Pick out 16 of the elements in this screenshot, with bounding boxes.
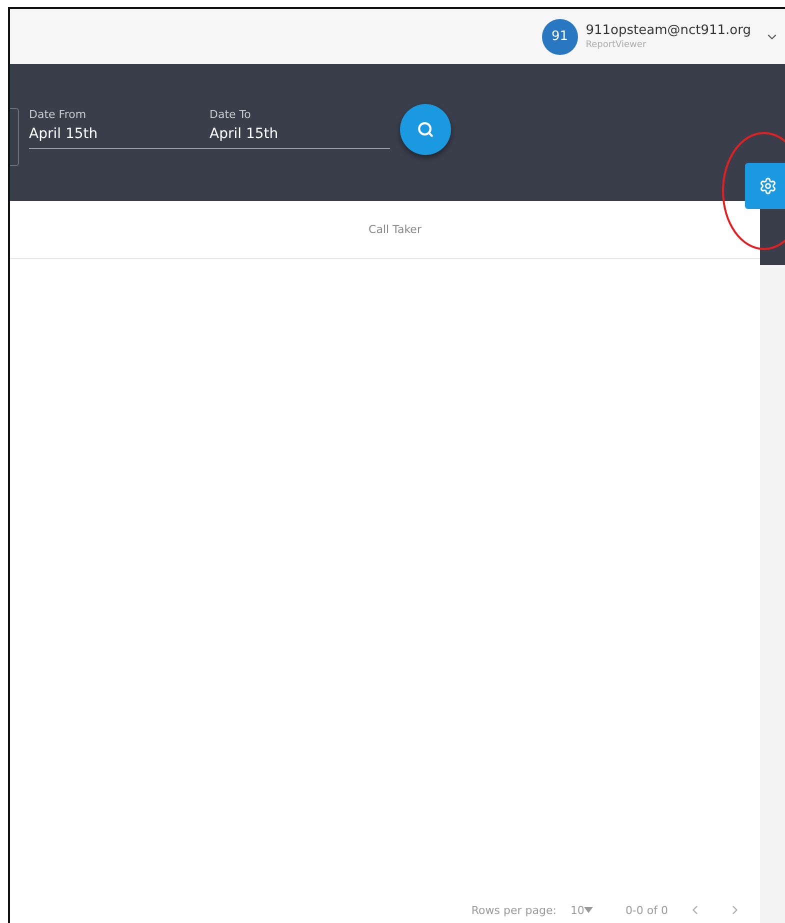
field-label: Date From <box>29 108 88 121</box>
user-avatar: 91 <box>542 18 578 54</box>
user-email: 911opsteam@nct911.org <box>586 23 751 38</box>
search-icon <box>417 121 434 138</box>
page-range: 0-0 of 0 <box>625 904 668 916</box>
caret-icon <box>584 907 594 913</box>
date-field[interactable]: April 15th <box>29 126 210 142</box>
user-role: ReportViewer <box>586 40 648 50</box>
settings-button[interactable] <box>745 163 785 209</box>
gear-icon <box>758 177 776 195</box>
column-header[interactable]: Call Taker <box>368 223 422 236</box>
date-field[interactable]: April 15th <box>210 126 390 142</box>
search-button[interactable] <box>400 104 451 155</box>
field-edge <box>10 108 19 166</box>
rows-per-page-label: Rows per page: <box>471 904 556 916</box>
field-label: Date To <box>210 108 252 121</box>
